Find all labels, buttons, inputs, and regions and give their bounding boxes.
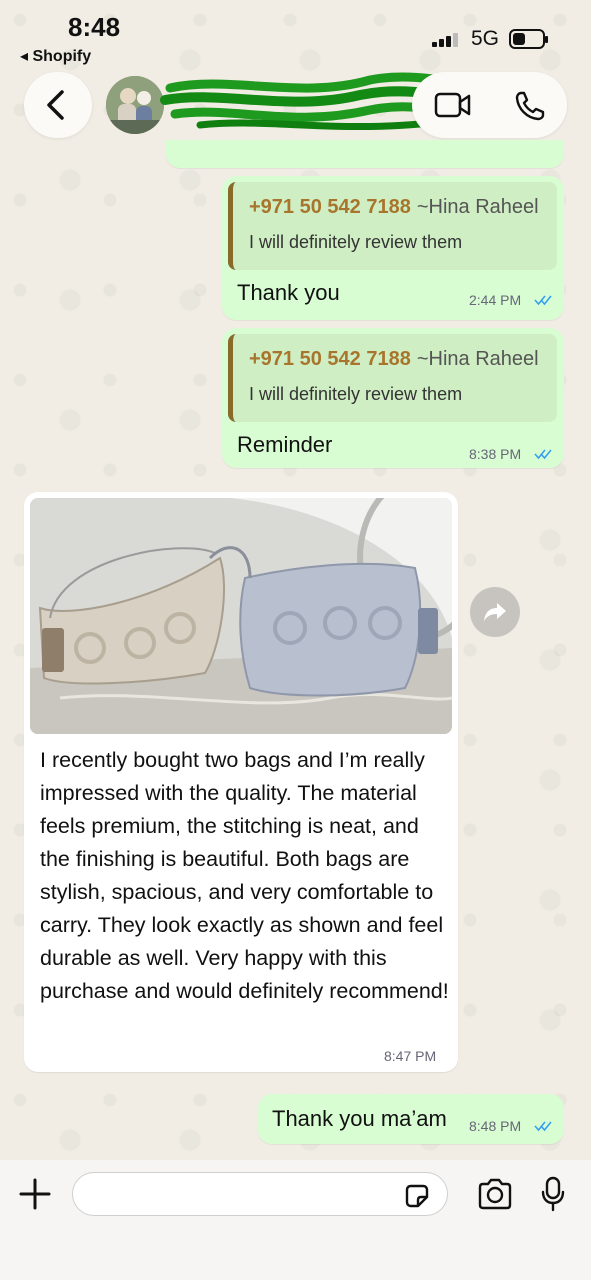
incoming-message[interactable]: I recently bought two bags and I’m reall…	[24, 492, 458, 1072]
quote-sender: +971 50 542 7188 ~Hina Raheel	[249, 196, 539, 218]
battery-icon	[509, 29, 548, 49]
outgoing-message[interactable]: Thank you ma’am 8:48 PM	[258, 1094, 564, 1144]
read-ticks-icon	[534, 449, 552, 460]
outgoing-message[interactable]: +971 50 542 7188 ~Hina Raheel I will defi…	[222, 328, 564, 468]
status-bar: 8:48 ◂ Shopify 5G	[0, 0, 591, 68]
back-chevron-icon	[47, 90, 64, 120]
status-time: 8:48	[68, 12, 121, 42]
signal-icon	[432, 31, 462, 47]
composer-bar	[0, 1160, 591, 1280]
phone-icon[interactable]	[514, 90, 546, 122]
call-actions	[412, 72, 567, 138]
back-button[interactable]	[24, 72, 92, 138]
read-ticks-icon	[534, 1121, 552, 1132]
quoted-reply[interactable]: +971 50 542 7188 ~Hina Raheel I will defi…	[228, 334, 557, 422]
microphone-icon[interactable]	[541, 1176, 565, 1212]
chat-messages: +971 50 542 7188 ~Hina Raheel I will defi…	[0, 140, 591, 1160]
sticker-icon[interactable]	[403, 1182, 431, 1210]
message-text: Thank you	[237, 280, 340, 305]
message-time: 8:48 PM	[469, 1118, 522, 1134]
quote-sender: +971 50 542 7188 ~Hina Raheel	[249, 348, 539, 370]
quote-text: I will definitely review them	[249, 232, 463, 252]
previous-message-partial	[166, 140, 564, 168]
message-input[interactable]	[72, 1172, 448, 1216]
plus-icon[interactable]	[18, 1177, 52, 1211]
read-ticks-icon	[534, 295, 552, 306]
message-time: 8:38 PM	[469, 446, 522, 462]
message-text: I recently bought two bags and I’m reall…	[40, 748, 449, 1003]
message-photo[interactable]	[30, 498, 452, 734]
back-to-app-link[interactable]: ◂ Shopify	[20, 46, 91, 66]
quote-text: I will definitely review them	[249, 384, 463, 404]
network-type: 5G	[471, 27, 500, 50]
forward-arrow-icon	[484, 603, 506, 621]
message-time: 2:44 PM	[469, 292, 522, 308]
contact-header[interactable]	[100, 70, 490, 140]
message-text: Reminder	[237, 432, 333, 457]
message-time: 8:47 PM	[384, 1048, 437, 1064]
quoted-reply[interactable]: +971 50 542 7188 ~Hina Raheel I will defi…	[228, 182, 557, 270]
video-call-icon[interactable]	[434, 90, 472, 120]
message-text: Thank you ma’am	[272, 1106, 447, 1131]
camera-icon[interactable]	[476, 1178, 514, 1210]
forward-button[interactable]	[470, 587, 520, 637]
outgoing-message[interactable]: +971 50 542 7188 ~Hina Raheel I will defi…	[222, 176, 564, 320]
